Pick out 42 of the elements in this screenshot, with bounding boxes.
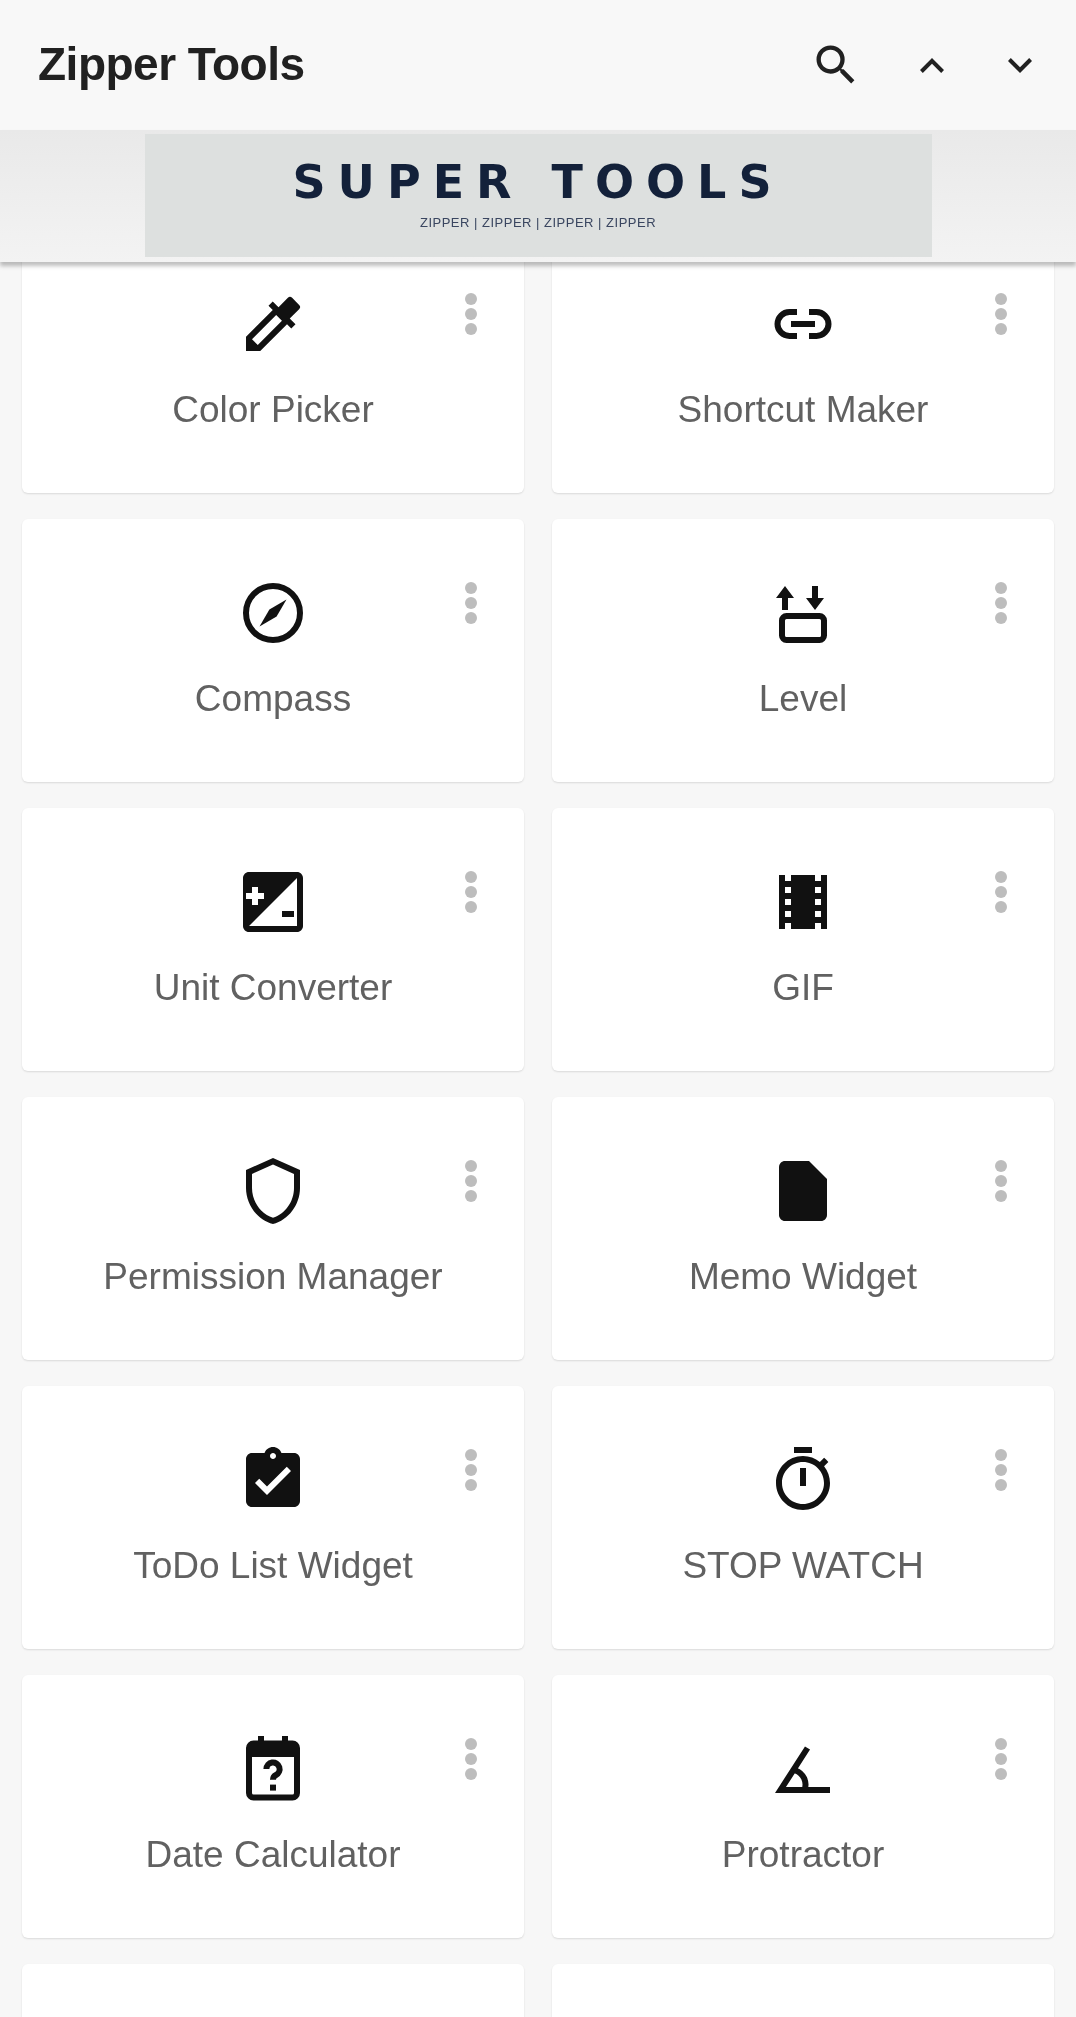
tool-card[interactable]: Memo Widget [552, 1097, 1054, 1360]
tool-label: Date Calculator [145, 1833, 401, 1877]
more-icon[interactable] [994, 581, 1008, 625]
tool-label: Shortcut Maker [677, 388, 929, 432]
tool-card[interactable]: ToDo List Widget [22, 1386, 524, 1649]
tool-card[interactable]: Compass [22, 519, 524, 782]
app-title: Zipper Tools [38, 37, 306, 93]
tool-label: Level [758, 677, 848, 721]
more-icon[interactable] [994, 292, 1008, 336]
tool-card[interactable]: STOP WATCH [552, 1386, 1054, 1649]
more-icon[interactable] [994, 870, 1008, 914]
tool-card[interactable]: Unit Converter [22, 808, 524, 1071]
tool-label: Compass [194, 677, 352, 721]
more-icon[interactable] [464, 1737, 478, 1781]
more-icon[interactable] [464, 581, 478, 625]
chevron-down-icon [1008, 57, 1032, 73]
tool-label: ToDo List Widget [133, 1544, 413, 1588]
tool-card[interactable]: GIF [552, 808, 1054, 1071]
chevron-up-icon [920, 57, 944, 73]
tool-card[interactable]: Level [552, 519, 1054, 782]
tool-label: STOP WATCH [682, 1544, 924, 1588]
more-icon[interactable] [994, 1737, 1008, 1781]
tool-label: Memo Widget [688, 1255, 918, 1299]
more-icon[interactable] [464, 292, 478, 336]
tool-label: Unit Converter [153, 966, 393, 1010]
more-icon[interactable] [464, 1159, 478, 1203]
more-icon[interactable] [994, 1448, 1008, 1492]
banner-ad[interactable]: SUPER TOOLS ZIPPER | ZIPPER | ZIPPER | ZIPPER [144, 134, 932, 257]
banner-subtitle: ZIPPER | ZIPPER | ZIPPER | ZIPPER [419, 213, 657, 232]
banner-title: SUPER TOOLS [292, 158, 784, 205]
more-icon[interactable] [464, 1448, 478, 1492]
tool-card[interactable]: Date Calculator [22, 1675, 524, 1938]
tool-card[interactable]: Permission Manager [22, 1097, 524, 1360]
tool-label: Protractor [721, 1833, 885, 1877]
tool-card[interactable]: Color Picker [22, 262, 524, 493]
tool-label: GIF [772, 966, 834, 1010]
tool-card[interactable]: Shortcut Maker [552, 262, 1054, 493]
more-icon[interactable] [464, 870, 478, 914]
tool-label: Color Picker [172, 388, 374, 432]
more-icon[interactable] [994, 1159, 1008, 1203]
tool-label: Permission Manager [103, 1255, 443, 1299]
tool-card[interactable]: Protractor [552, 1675, 1054, 1938]
